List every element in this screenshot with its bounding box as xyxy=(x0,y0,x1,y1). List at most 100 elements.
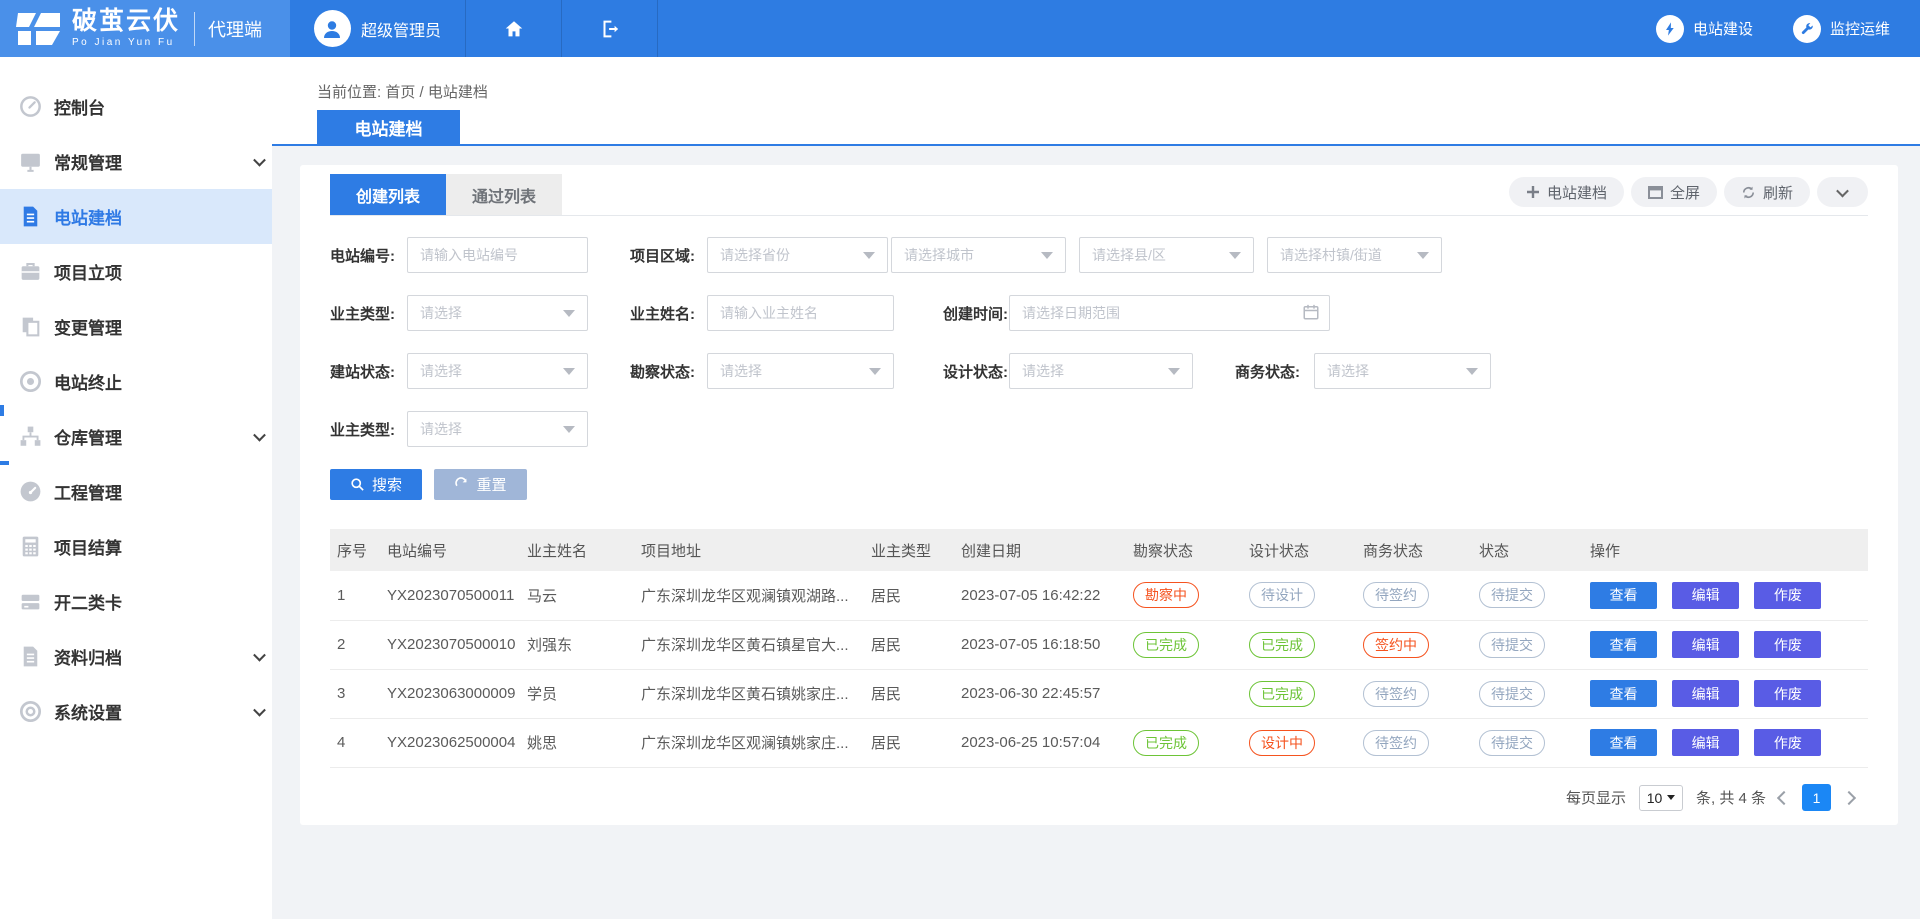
sidebar-item-console[interactable]: 控制台 xyxy=(0,79,272,134)
void-button[interactable]: 作废 xyxy=(1754,631,1821,658)
sidebar-item-general-mgmt[interactable]: 常规管理 xyxy=(0,134,272,189)
void-button[interactable]: 作废 xyxy=(1754,680,1821,707)
shortcut-label: 监控运维 xyxy=(1830,18,1890,39)
next-page-button[interactable] xyxy=(1842,790,1856,804)
city-select[interactable]: 请选择城市 xyxy=(891,237,1066,273)
station-code-input[interactable] xyxy=(407,237,588,273)
date-range-input[interactable] xyxy=(1009,295,1330,331)
chevron-down-icon xyxy=(253,703,266,716)
view-button[interactable]: 查看 xyxy=(1590,582,1657,609)
shortcut-station-build[interactable]: 电站建设 xyxy=(1656,15,1753,43)
caret-down-icon xyxy=(563,310,575,317)
owner-type-select[interactable]: 请选择 xyxy=(407,295,588,331)
status-badge: 待提交 xyxy=(1479,632,1545,658)
sidebar-item-engineering-mgmt[interactable]: 工程管理 xyxy=(0,464,272,519)
void-button[interactable]: 作废 xyxy=(1754,582,1821,609)
survey-status-label: 勘察状态: xyxy=(630,361,707,382)
briefcase-icon xyxy=(18,259,43,284)
sidebar-item-project-settlement[interactable]: 项目结算 xyxy=(0,519,272,574)
cell-address: 广东深圳龙华区黄石镇姚家庄... xyxy=(634,669,864,718)
sidebar-item-project-initiation[interactable]: 项目立项 xyxy=(0,244,272,299)
sidebar-item-data-archive[interactable]: 资料归档 xyxy=(0,629,272,684)
province-select[interactable]: 请选择省份 xyxy=(707,237,888,273)
shortcut-monitor-ops[interactable]: 监控运维 xyxy=(1793,15,1890,43)
dashboard-icon xyxy=(18,94,43,119)
chevron-down-icon xyxy=(253,648,266,661)
business-status-badge: 待签约 xyxy=(1363,582,1429,608)
chevron-down-icon xyxy=(1836,184,1849,197)
filter-row-3: 建站状态: 请选择 勘察状态: 请选择 设计状态: 请 xyxy=(330,353,1868,389)
edit-button[interactable]: 编辑 xyxy=(1672,680,1739,707)
plus-icon xyxy=(1526,185,1540,199)
survey-status-badge: 已完成 xyxy=(1133,632,1199,658)
design-status-badge: 待设计 xyxy=(1249,582,1315,608)
sidebar-scrollbar-mark xyxy=(0,405,4,416)
logout-icon xyxy=(599,18,621,40)
reset-button[interactable]: 重置 xyxy=(434,469,527,500)
cell-no: 3 xyxy=(330,669,380,718)
logout-button[interactable] xyxy=(562,0,658,57)
user-icon xyxy=(320,17,344,41)
edit-button[interactable]: 编辑 xyxy=(1672,729,1739,756)
logo-area: 破茧云伏 Po Jian Yun Fu 代理端 xyxy=(0,0,290,57)
home-button[interactable] xyxy=(466,0,562,57)
edit-button[interactable]: 编辑 xyxy=(1672,631,1739,658)
region-label: 项目区域: xyxy=(630,245,707,266)
owner-type2-select[interactable]: 请选择 xyxy=(407,411,588,447)
sidebar-item-type2-card[interactable]: 开二类卡 xyxy=(0,574,272,629)
business-status-badge: 签约中 xyxy=(1363,632,1429,658)
design-status-badge: 已完成 xyxy=(1249,632,1315,658)
design-status-badge: 已完成 xyxy=(1249,681,1315,707)
owner-type2-placeholder: 请选择 xyxy=(420,419,462,439)
build-status-select[interactable]: 请选择 xyxy=(407,353,588,389)
edit-button[interactable]: 编辑 xyxy=(1672,582,1739,609)
tab-passed-list[interactable]: 通过列表 xyxy=(446,174,562,215)
main-area: 当前位置: 首页 / 电站建档 电站建档 创建列表 通过列表 电站建档 xyxy=(272,57,1920,919)
search-button[interactable]: 搜索 xyxy=(330,469,422,500)
user-menu[interactable]: 超级管理员 xyxy=(290,0,466,57)
sidebar-item-label: 开二类卡 xyxy=(54,589,122,614)
logo-text: 破茧云伏 Po Jian Yun Fu xyxy=(72,9,180,48)
reset-label: 重置 xyxy=(476,474,506,495)
page-tab-station-archive[interactable]: 电站建档 xyxy=(317,110,460,144)
create-station-button[interactable]: 电站建档 xyxy=(1509,177,1624,207)
toolbar: 电站建档 全屏 刷新 xyxy=(1509,177,1868,207)
business-status-select[interactable]: 请选择 xyxy=(1314,353,1491,389)
sidebar-item-label: 工程管理 xyxy=(54,479,122,504)
county-select[interactable]: 请选择县/区 xyxy=(1079,237,1254,273)
refresh-label: 刷新 xyxy=(1763,182,1793,203)
sidebar-item-station-terminate[interactable]: 电站终止 xyxy=(0,354,272,409)
total-count-label: 条, 共 4 条 xyxy=(1696,787,1766,808)
cell-no: 2 xyxy=(330,620,380,669)
fullscreen-button[interactable]: 全屏 xyxy=(1631,177,1717,207)
refresh-button[interactable]: 刷新 xyxy=(1724,177,1810,207)
town-select[interactable]: 请选择村镇/街道 xyxy=(1267,237,1442,273)
view-button[interactable]: 查看 xyxy=(1590,729,1657,756)
cell-created: 2023-07-05 16:18:50 xyxy=(954,620,1126,669)
view-button[interactable]: 查看 xyxy=(1590,680,1657,707)
county-placeholder: 请选择县/区 xyxy=(1092,245,1166,265)
sidebar-item-system-settings[interactable]: 系统设置 xyxy=(0,684,272,739)
survey-status-select[interactable]: 请选择 xyxy=(707,353,894,389)
caret-down-icon xyxy=(1667,795,1675,800)
refresh-icon xyxy=(1741,185,1756,200)
design-status-select[interactable]: 请选择 xyxy=(1009,353,1193,389)
void-button[interactable]: 作废 xyxy=(1754,729,1821,756)
prev-page-button[interactable] xyxy=(1777,790,1791,804)
owner-type-label: 业主类型: xyxy=(330,303,407,324)
view-button[interactable]: 查看 xyxy=(1590,631,1657,658)
owner-name-input[interactable] xyxy=(707,295,894,331)
station-code-label: 电站编号: xyxy=(330,245,407,266)
sidebar-item-change-mgmt[interactable]: 变更管理 xyxy=(0,299,272,354)
sidebar-item-warehouse-mgmt[interactable]: 仓库管理 xyxy=(0,409,272,464)
tab-create-list[interactable]: 创建列表 xyxy=(330,174,446,215)
sidebar-item-station-archive[interactable]: 电站建档 xyxy=(0,189,272,244)
page-number-current[interactable]: 1 xyxy=(1802,784,1831,811)
survey-status-placeholder: 请选择 xyxy=(720,361,762,381)
calendar-icon[interactable] xyxy=(1302,303,1320,321)
county-filter: 请选择县/区 xyxy=(1079,237,1254,273)
collapse-toolbar-button[interactable] xyxy=(1817,177,1868,207)
build-status-label: 建站状态: xyxy=(330,361,407,382)
survey-status-filter: 勘察状态: 请选择 xyxy=(630,353,894,389)
per-page-select[interactable]: 10 xyxy=(1639,785,1683,811)
